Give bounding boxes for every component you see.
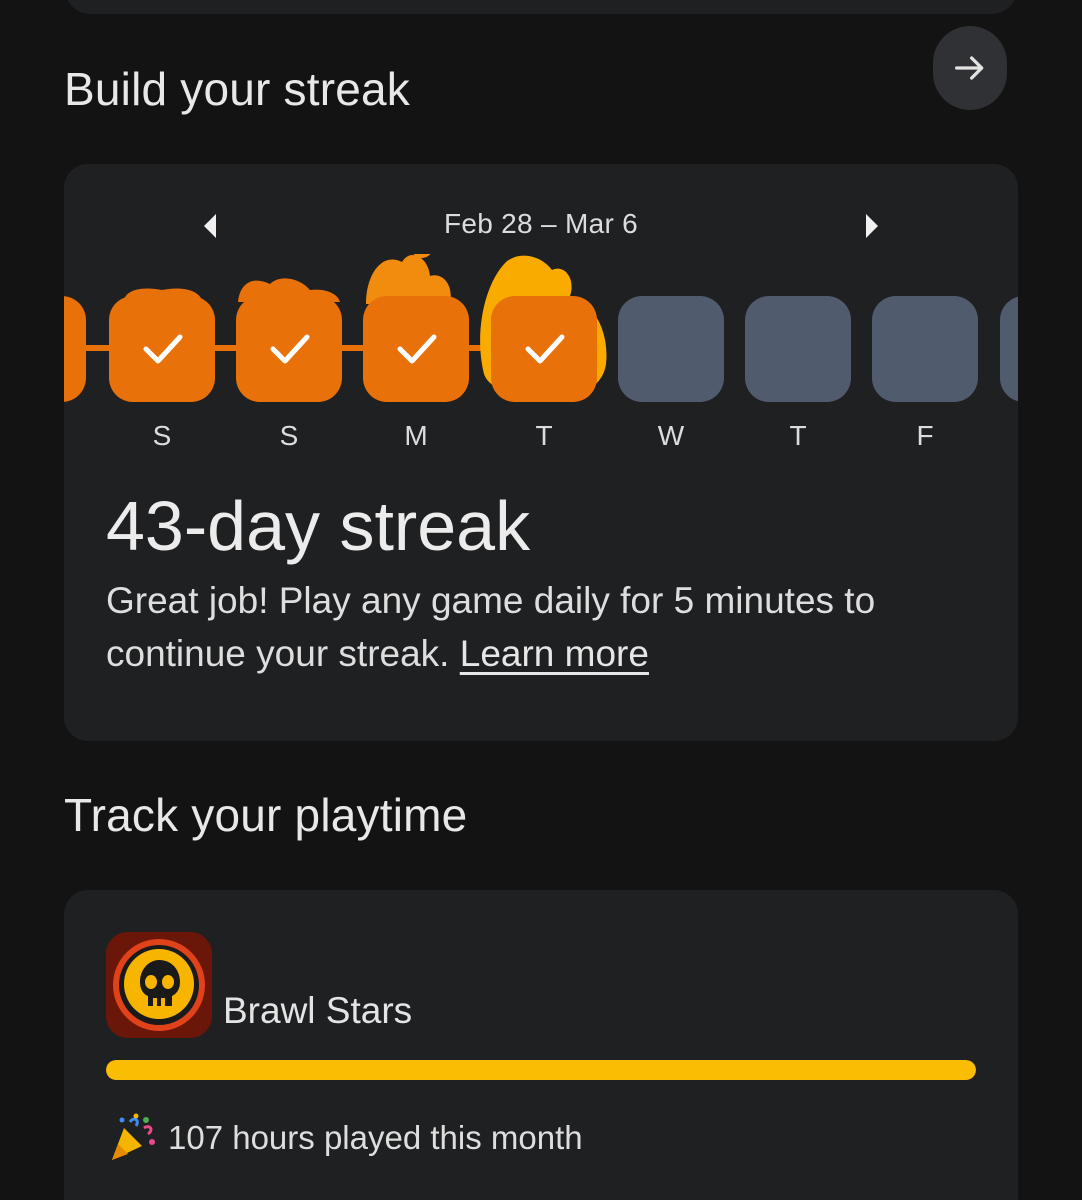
game-icon — [106, 932, 212, 1038]
streak-card: Feb 28 – Mar 6 S S M T W T F 43-day stre… — [64, 164, 1018, 741]
day-label: S — [152, 420, 172, 451]
next-week-button[interactable] — [854, 208, 890, 244]
game-name: Brawl Stars — [223, 990, 413, 1031]
arrow-right-icon — [955, 56, 984, 80]
played-summary: 107 hours played this month — [106, 1112, 583, 1164]
day-label: T — [535, 420, 553, 451]
streak-section-title: Build your streak — [64, 63, 410, 115]
day-tile-next — [1000, 296, 1018, 402]
triangle-right-icon — [866, 214, 878, 238]
day-tile-wednesday — [618, 296, 724, 402]
brawl-stars-skull-icon — [106, 932, 212, 1038]
streak-description: Great job! Play any game daily for 5 min… — [106, 574, 966, 680]
day-label: F — [916, 420, 934, 451]
day-label: M — [404, 420, 428, 451]
screen: Build your streak Feb 28 – Mar 6 S S M T… — [0, 0, 1082, 1200]
learn-more-link[interactable]: Learn more — [460, 633, 649, 674]
streak-count: 43-day streak — [106, 487, 531, 565]
day-strip: S S M T W T F — [64, 236, 1018, 454]
streak-day-tiles — [64, 236, 1018, 402]
played-hours-text: 107 hours played this month — [168, 1119, 583, 1156]
previous-card — [64, 0, 1018, 14]
day-tile-thursday — [745, 296, 851, 402]
day-tile-friday — [872, 296, 978, 402]
playtime-section-title: Track your playtime — [64, 789, 468, 841]
day-tile-sunday — [109, 296, 215, 402]
playtime-progress-fill — [106, 1060, 976, 1080]
day-label: T — [789, 420, 807, 451]
day-tile-previous — [64, 296, 86, 402]
day-tile-tuesday — [491, 296, 597, 402]
streak-details-button[interactable] — [933, 26, 1007, 110]
day-tile-saturday-2 — [236, 296, 342, 402]
day-tile-monday — [363, 296, 469, 402]
playtime-progress-bar — [106, 1060, 976, 1080]
day-label: S — [279, 420, 299, 451]
party-popper-icon — [112, 1113, 155, 1160]
playtime-card[interactable]: Brawl Stars 107 hours played this month — [64, 890, 1018, 1200]
day-label: W — [657, 420, 685, 451]
